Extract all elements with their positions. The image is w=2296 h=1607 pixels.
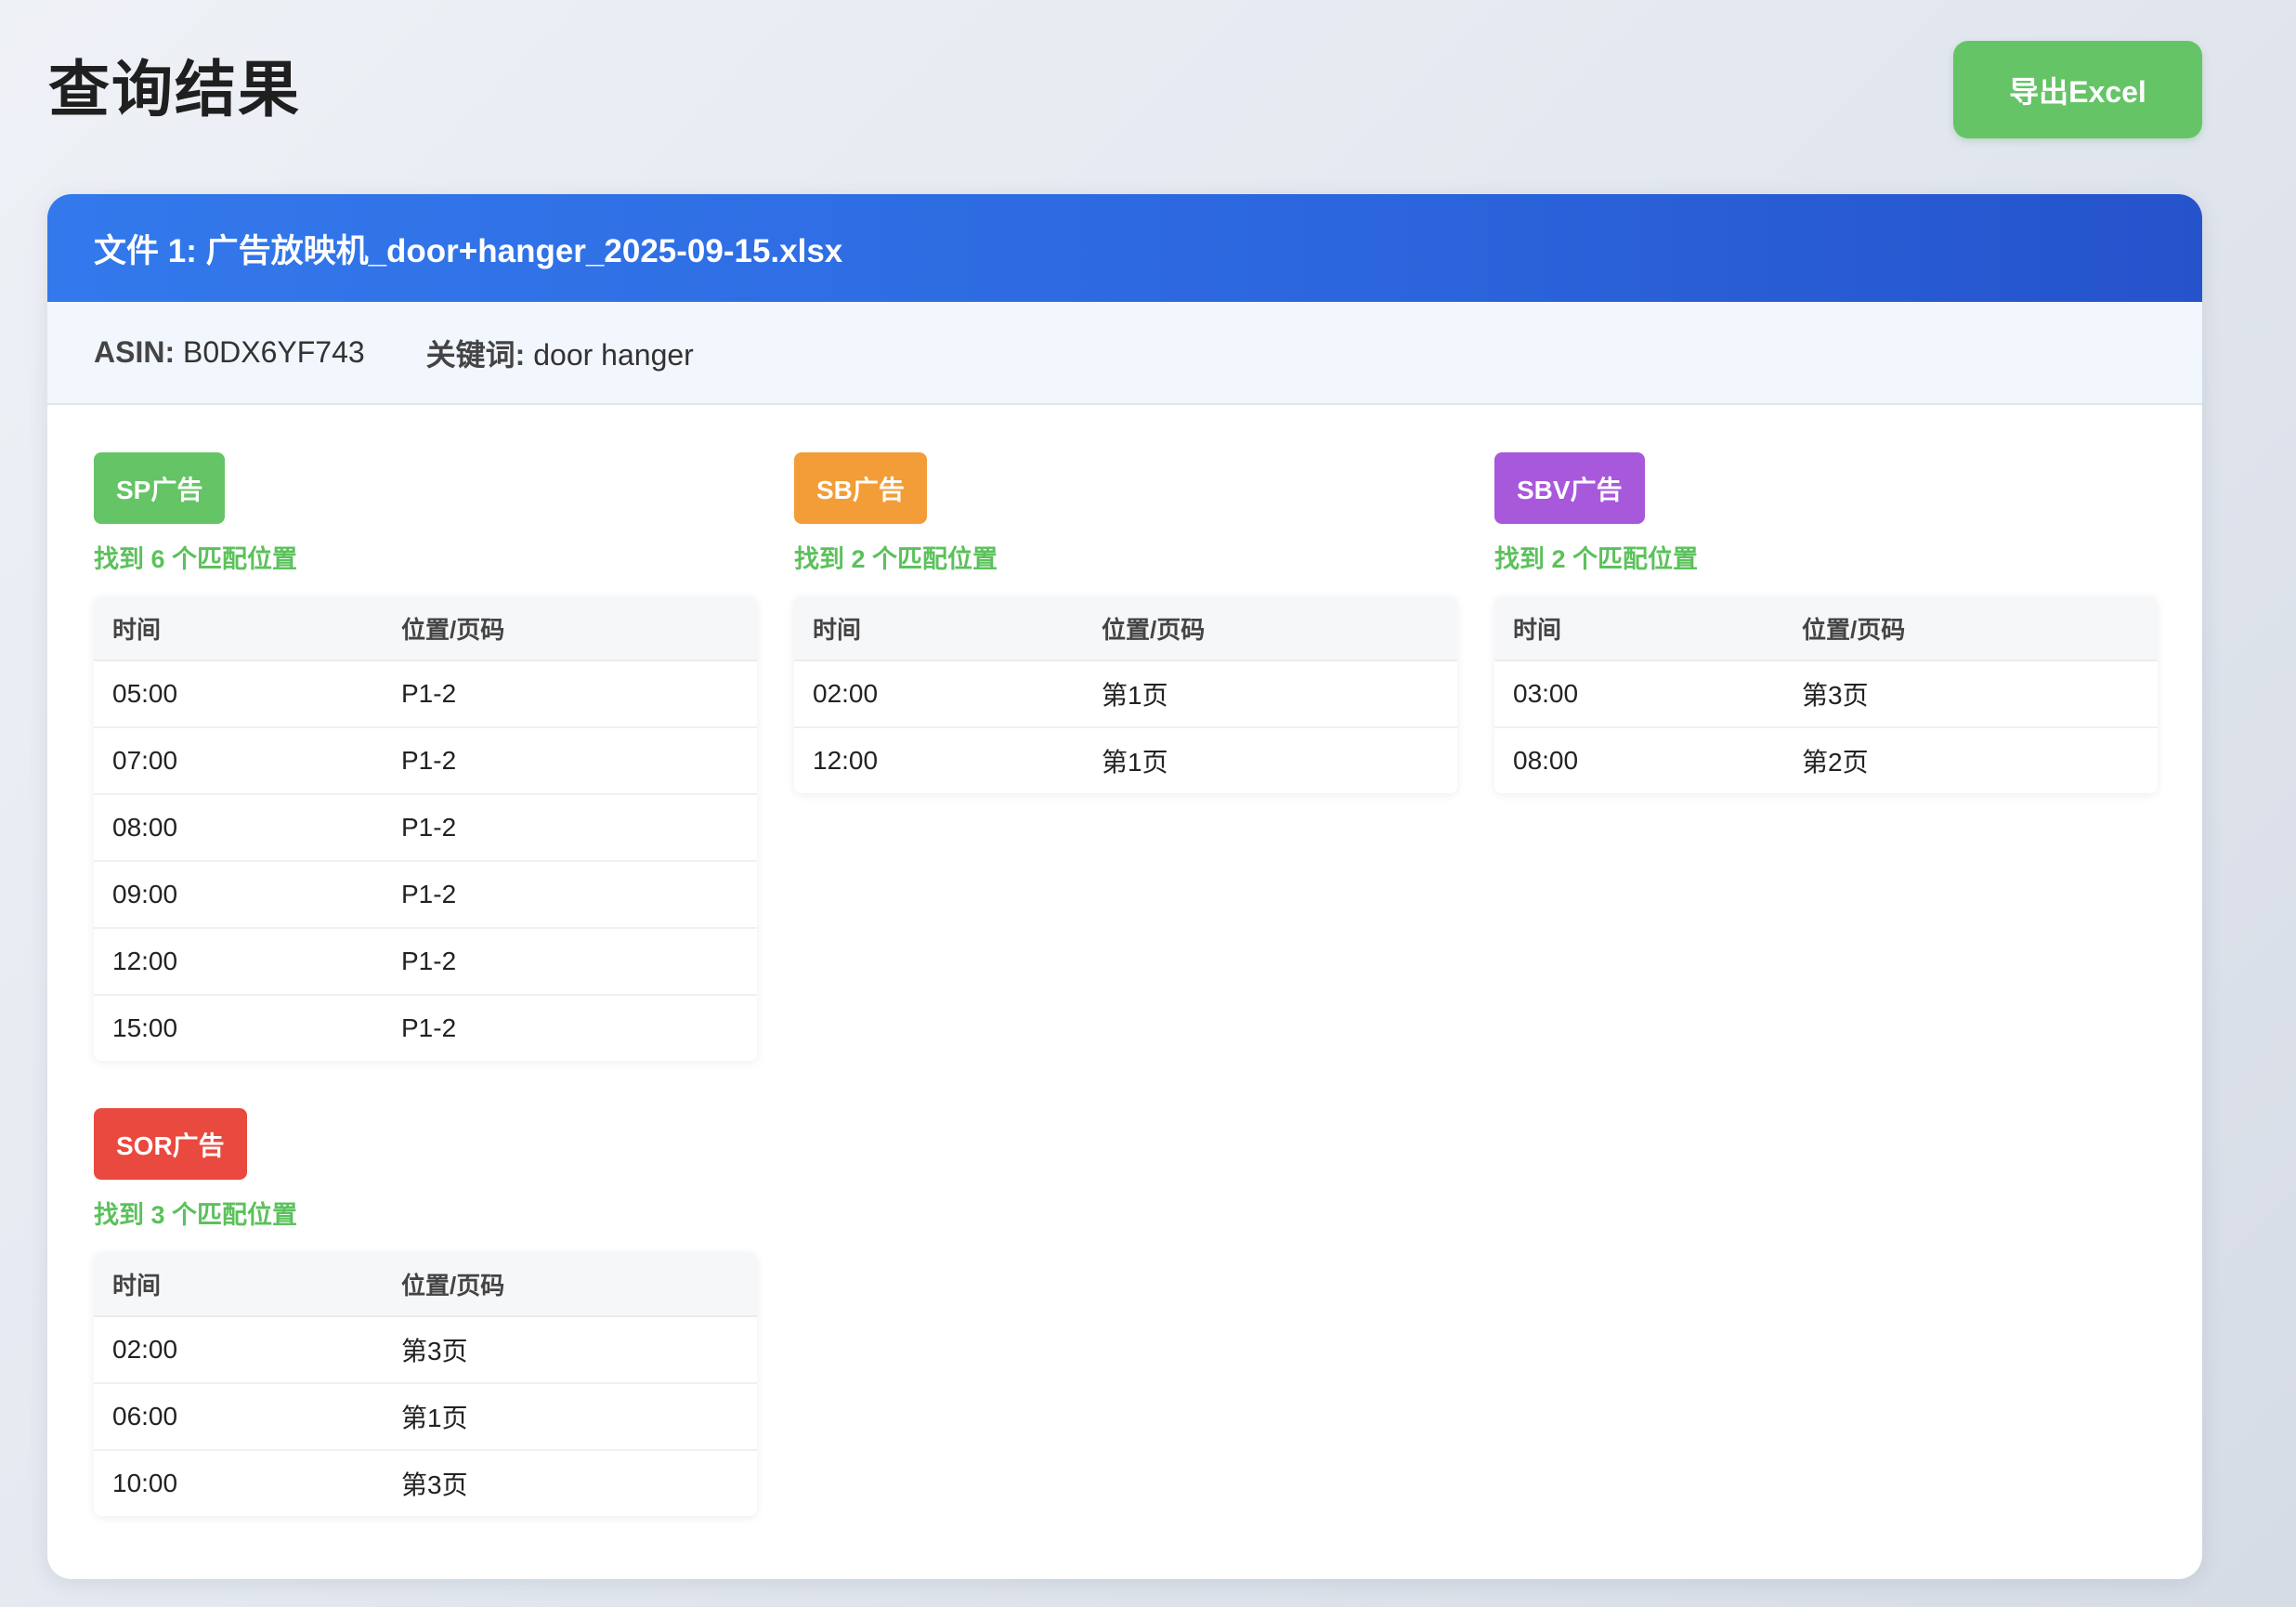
match-count-sb: 找到 2 个匹配位置 xyxy=(794,545,998,573)
cell-time: 10:00 xyxy=(112,1469,178,1497)
asin-info: ASIN: B0DX6YF743 xyxy=(94,335,365,370)
table-header-row: 时间 位置/页码 xyxy=(794,596,1457,661)
file-result-card: 文件 1: 广告放映机_door+hanger_2025-09-15.xlsx … xyxy=(47,194,2202,1579)
table-row: 12:00 第1页 xyxy=(794,727,1457,793)
table-header-row: 时间 位置/页码 xyxy=(94,1252,757,1317)
column-header-position: 位置/页码 xyxy=(383,596,757,661)
export-excel-button[interactable]: 导出Excel xyxy=(1953,41,2202,138)
cell-time: 09:00 xyxy=(94,861,383,929)
table-row: 03:00 第3页 xyxy=(1494,660,2158,728)
ad-badge-sp: SP广告 xyxy=(94,452,226,524)
table-header-row: 时间 位置/页码 xyxy=(1494,596,2158,661)
table-row: 05:00 P1-2 xyxy=(94,660,757,728)
ad-badge-sb: SB广告 xyxy=(794,452,927,524)
ad-section-sp: SP广告 找到 6 个匹配位置 时间 位置/页码 05:00 P1-2 07:00 P1-2 0… xyxy=(94,452,757,1061)
result-table-sp: 时间 位置/页码 05:00 P1-2 07:00 P1-2 08:00 P1-2 09:00 P… xyxy=(94,596,757,1061)
ad-section-sb: SB广告 找到 2 个匹配位置 时间 位置/页码 02:00 第1页 12:00 第1页 xyxy=(794,452,1457,793)
cell-time: 12:00 xyxy=(813,746,879,775)
match-count-sbv: 找到 2 个匹配位置 xyxy=(1494,545,1699,573)
keyword-info: 关键词: door hanger xyxy=(426,332,694,374)
ad-badge-sor: SOR广告 xyxy=(94,1108,247,1180)
cell-position: P1-2 xyxy=(401,1013,457,1042)
cell-time: 03:00 xyxy=(1494,660,1783,728)
cell-time: 02:00 xyxy=(94,1316,383,1384)
cell-position: 第1页 xyxy=(383,1383,757,1451)
match-count-sp: 找到 6 个匹配位置 xyxy=(94,545,298,573)
page-title: 查询结果 xyxy=(48,55,301,124)
column-header-position: 位置/页码 xyxy=(383,1252,757,1317)
ad-section-sor: SOR广告 找到 3 个匹配位置 时间 位置/页码 02:00 第3页 06:00 第1页 10… xyxy=(94,1108,757,1516)
file-header: 文件 1: 广告放映机_door+hanger_2025-09-15.xlsx xyxy=(47,194,2202,302)
table-row: 08:00 P1-2 xyxy=(94,794,757,862)
column-header-time: 时间 xyxy=(1494,596,1783,661)
cell-position: P1-2 xyxy=(383,928,757,996)
cell-position: P1-2 xyxy=(383,727,757,795)
table-row: 02:00 第1页 xyxy=(794,660,1457,728)
cell-position: 第3页 xyxy=(401,1470,468,1499)
file-info-bar: ASIN: B0DX6YF743 关键词: door hanger xyxy=(47,302,2202,405)
cell-position: 第1页 xyxy=(1083,660,1457,728)
cell-time: 12:00 xyxy=(94,928,383,996)
table-header-row: 时间 位置/页码 xyxy=(94,596,757,661)
keyword-value: door hanger xyxy=(533,337,694,372)
cell-time: 15:00 xyxy=(112,1013,178,1042)
cell-position: 第3页 xyxy=(1783,660,2158,728)
cell-time: 07:00 xyxy=(94,727,383,795)
cell-position: P1-2 xyxy=(383,794,757,862)
cell-position: 第3页 xyxy=(383,1316,757,1384)
cell-time: 08:00 xyxy=(1513,746,1579,775)
table-row: 02:00 第3页 xyxy=(94,1316,757,1384)
table-row: 06:00 第1页 xyxy=(94,1383,757,1451)
match-count-sor: 找到 3 个匹配位置 xyxy=(94,1201,298,1229)
ad-badge-sbv: SBV广告 xyxy=(1494,452,1645,524)
ad-section-sbv: SBV广告找到 2 个匹配位置时间 位置/页码 03:00 第3页 08:00 第2页 xyxy=(1494,452,2158,793)
cell-time: 06:00 xyxy=(94,1383,383,1451)
result-table-sbv: 时间 位置/页码 03:00 第3页 08:00 第2页 xyxy=(1494,596,2158,793)
column-header-time: 时间 xyxy=(94,1252,383,1317)
cell-time: 08:00 xyxy=(94,794,383,862)
result-table-sb: 时间 位置/页码 02:00 第1页 12:00 第1页 xyxy=(794,596,1457,793)
column-header-position: 位置/页码 xyxy=(1083,596,1457,661)
asin-label: ASIN: xyxy=(94,335,176,369)
result-table-sor: 时间 位置/页码 02:00 第3页 06:00 第1页 10:00 第3页 xyxy=(94,1252,757,1516)
asin-value: B0DX6YF743 xyxy=(183,335,365,369)
table-row: 15:00 P1-2 xyxy=(94,995,757,1061)
cell-position: 第2页 xyxy=(1802,748,1869,777)
table-row: 07:00 P1-2 xyxy=(94,727,757,795)
cell-position: 第1页 xyxy=(1102,748,1168,777)
table-row: 10:00 第3页 xyxy=(94,1450,757,1516)
cell-position: P1-2 xyxy=(383,660,757,728)
column-header-time: 时间 xyxy=(794,596,1083,661)
keyword-label: 关键词: xyxy=(425,337,526,372)
cell-position: P1-2 xyxy=(383,861,757,929)
cell-time: 05:00 xyxy=(94,660,383,728)
column-header-time: 时间 xyxy=(94,596,383,661)
table-row: 08:00 第2页 xyxy=(1494,727,2158,793)
table-row: 12:00 P1-2 xyxy=(94,928,757,996)
column-header-position: 位置/页码 xyxy=(1783,596,2158,661)
table-row: 09:00 P1-2 xyxy=(94,861,757,929)
cell-time: 02:00 xyxy=(794,660,1083,728)
